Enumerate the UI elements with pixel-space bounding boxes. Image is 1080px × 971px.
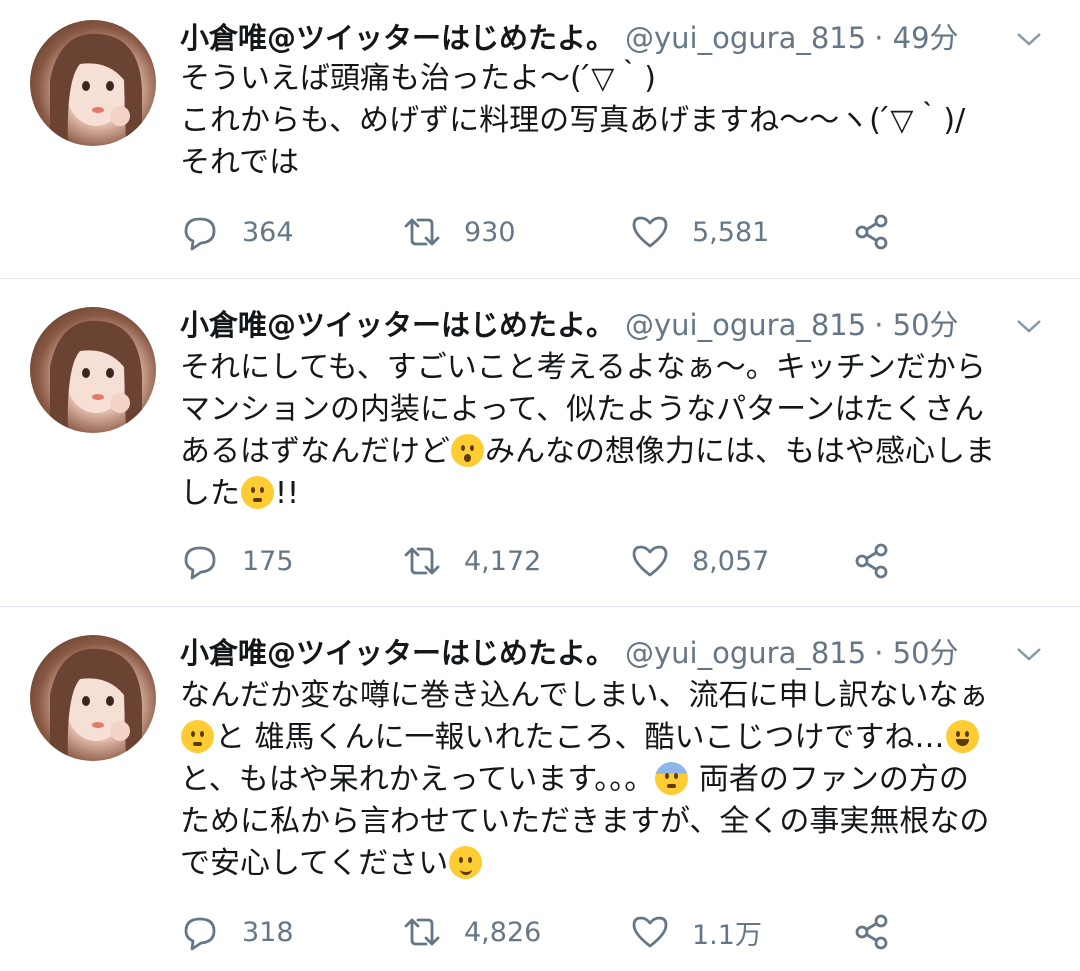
text-segment: と、もはや呆れかえっています。。。 (180, 762, 655, 797)
heart-icon (632, 916, 668, 948)
display-name[interactable]: 小倉唯@ツイッターはじめたよ。 (180, 636, 615, 670)
avatar[interactable] (30, 20, 156, 146)
tweet-text: それにしても、すごいこと考えるよなぁ〜。キッチンだから マンションの内装によって、… (180, 347, 1060, 515)
avatar[interactable] (30, 307, 156, 433)
reply-button[interactable]: 318 (180, 912, 294, 952)
text-line: そういえば頭痛も治ったよ〜( ́▽｀) (180, 61, 657, 96)
like-count: 5,581 (692, 216, 770, 248)
text-line: これからも、めげずに料理の写真あげますね〜〜ヽ( ́▽｀)/ (180, 103, 966, 138)
tweet-header: 小倉唯@ツイッターはじめたよ。 @yui_ogura_815 · 50分 (180, 305, 959, 345)
avatar-image (50, 33, 142, 146)
action-bar: 175 4,172 8,057 (180, 541, 920, 581)
share-icon (855, 914, 888, 950)
retweet-icon (404, 918, 440, 946)
surprised-face-icon (451, 434, 484, 467)
tweet-header: 小倉唯@ツイッターはじめたよ。 @yui_ogura_815 · 49分 (180, 18, 959, 58)
retweet-count: 4,826 (464, 916, 542, 948)
text-line: あるはずなんだけど みんなの想像力には、もはや感心しま (180, 431, 1060, 473)
text-line: と、もはや呆れかえっています。。。 両者のファンの方の (180, 759, 1060, 801)
retweet-count: 4,172 (464, 545, 542, 577)
timestamp[interactable]: · 50分 (874, 636, 958, 670)
reply-icon (184, 546, 216, 580)
tears-of-joy-icon (945, 720, 979, 753)
heart-icon (632, 216, 668, 248)
tweet-3[interactable]: 小倉唯@ツイッターはじめたよ。 @yui_ogura_815 · 50分 なんだか変… (0, 607, 1080, 971)
text-segment: !! (275, 476, 300, 511)
text-segment: みんなの想像力には、もはや感心しま (485, 434, 995, 469)
tweet-2[interactable]: 小倉唯@ツイッターはじめたよ。 @yui_ogura_815 · 50分 それにして… (0, 279, 1080, 606)
handle[interactable]: @yui_ogura_815 (625, 636, 866, 670)
avatar-image (50, 648, 142, 761)
handle[interactable]: @yui_ogura_815 (625, 308, 866, 342)
retweet-count: 930 (464, 216, 516, 248)
sad-face-icon (181, 720, 214, 753)
text-line: ために私から言わせていただきますが、全くの事実無根なの (180, 804, 990, 839)
frowning-face-icon (241, 476, 274, 509)
text-line: と 雄馬くんに一報いれたころ、酷いこじつけですね… (180, 717, 1060, 759)
reply-count: 318 (242, 916, 294, 948)
share-button[interactable] (852, 212, 892, 252)
avatar-image (50, 320, 142, 433)
share-button[interactable] (852, 541, 892, 581)
text-segment: した (180, 476, 240, 511)
reply-icon (184, 217, 216, 251)
text-line: それでは (180, 145, 300, 180)
reply-count: 175 (242, 545, 294, 577)
reply-icon (184, 917, 216, 951)
share-button[interactable] (852, 912, 892, 952)
chevron-down-icon[interactable] (1014, 24, 1044, 54)
tweet-text: なんだか変な噂に巻き込んでしまい、流石に申し訳ないなぁと 雄馬くんに一報いれたこ… (180, 675, 1060, 885)
retweet-button[interactable]: 4,172 (402, 541, 541, 581)
avatar[interactable] (30, 635, 156, 761)
action-bar: 364 930 5,581 (180, 212, 920, 252)
display-name[interactable]: 小倉唯@ツイッターはじめたよ。 (180, 21, 615, 55)
heart-icon (632, 545, 668, 577)
share-icon (855, 543, 888, 579)
timestamp[interactable]: · 50分 (874, 308, 958, 342)
text-segment: 両者のファンの方の (689, 762, 969, 797)
retweet-icon (404, 547, 440, 575)
chevron-down-icon[interactable] (1014, 311, 1044, 341)
reply-button[interactable]: 175 (180, 541, 294, 581)
text-line: それにしても、すごいこと考えるよなぁ〜。キッチンだから (180, 350, 986, 385)
display-name[interactable]: 小倉唯@ツイッターはじめたよ。 (180, 308, 615, 342)
share-icon (855, 214, 888, 250)
like-count: 8,057 (692, 545, 770, 577)
text-line: した!! (180, 473, 1060, 515)
anxious-sweat-face-icon (655, 762, 689, 795)
tweet-text: そういえば頭痛も治ったよ〜( ́▽｀) これからも、めげずに料理の写真あげますね〜… (180, 58, 1060, 184)
reply-button[interactable]: 364 (180, 212, 294, 252)
like-count: 1.1万 (692, 919, 762, 951)
reply-count: 364 (242, 216, 294, 248)
text-segment: と 雄馬くんに一報いれたころ、酷いこじつけですね… (215, 720, 945, 755)
smiling-face-icon (449, 846, 483, 879)
tweet-1[interactable]: 小倉唯@ツイッターはじめたよ。 @yui_ogura_815 · 49分 そういえば… (0, 0, 1080, 279)
handle[interactable]: @yui_ogura_815 (625, 21, 866, 55)
text-line: マンションの内装によって、似たようなパターンはたくさん (180, 392, 984, 427)
text-line: で安心してください (180, 843, 1060, 885)
like-button[interactable]: 5,581 (630, 212, 769, 252)
text-line: なんだか変な噂に巻き込んでしまい、流石に申し訳ないなぁ (180, 678, 989, 713)
chevron-down-icon[interactable] (1014, 639, 1044, 669)
action-bar: 318 4,826 1.1万 (180, 912, 920, 952)
timestamp[interactable]: · 49分 (874, 21, 958, 55)
retweet-icon (404, 218, 440, 246)
retweet-button[interactable]: 930 (402, 212, 516, 252)
text-segment: あるはずなんだけど (180, 434, 450, 469)
like-button[interactable]: 8,057 (630, 541, 769, 581)
text-segment: で安心してください (180, 846, 449, 881)
like-button[interactable]: 1.1万 (630, 912, 762, 952)
tweet-header: 小倉唯@ツイッターはじめたよ。 @yui_ogura_815 · 50分 (180, 633, 959, 673)
retweet-button[interactable]: 4,826 (402, 912, 541, 952)
